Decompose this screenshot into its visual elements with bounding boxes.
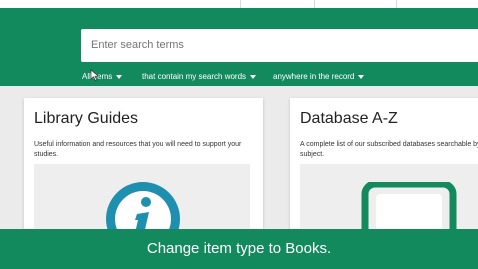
card-description: Useful information and resources that yo… — [34, 141, 242, 158]
instruction-caption: Change item type to Books. — [0, 229, 478, 269]
strip-divider — [314, 0, 315, 8]
match-mode-label: that contain my search words — [142, 72, 247, 81]
card-title[interactable]: Database A-Z — [300, 110, 398, 128]
item-type-dropdown[interactable]: All items — [82, 68, 123, 86]
chevron-down-icon — [358, 74, 365, 79]
caption-text: Change item type to Books. — [146, 240, 332, 257]
strip-divider — [396, 0, 397, 8]
search-scope-dropdown[interactable]: anywhere in the record — [273, 68, 365, 86]
top-strip — [0, 0, 478, 8]
database-a-z-card[interactable]: Database A-Z A complete list of our subs… — [290, 98, 478, 252]
card-title[interactable]: Library Guides — [34, 110, 138, 128]
chevron-down-icon — [116, 74, 123, 79]
chevron-down-icon — [250, 74, 257, 79]
mouse-cursor-icon — [90, 69, 100, 81]
search-header: All items that contain my search words a… — [0, 8, 478, 86]
search-input[interactable] — [81, 29, 478, 62]
library-guides-card[interactable]: Library Guides Useful information and re… — [24, 98, 263, 256]
strip-divider — [240, 0, 241, 8]
card-description: A complete list of our subscribed databa… — [300, 141, 478, 158]
search-scope-label: anywhere in the record — [273, 72, 355, 81]
search-filters: All items that contain my search words a… — [0, 68, 478, 86]
match-mode-dropdown[interactable]: that contain my search words — [142, 68, 257, 86]
